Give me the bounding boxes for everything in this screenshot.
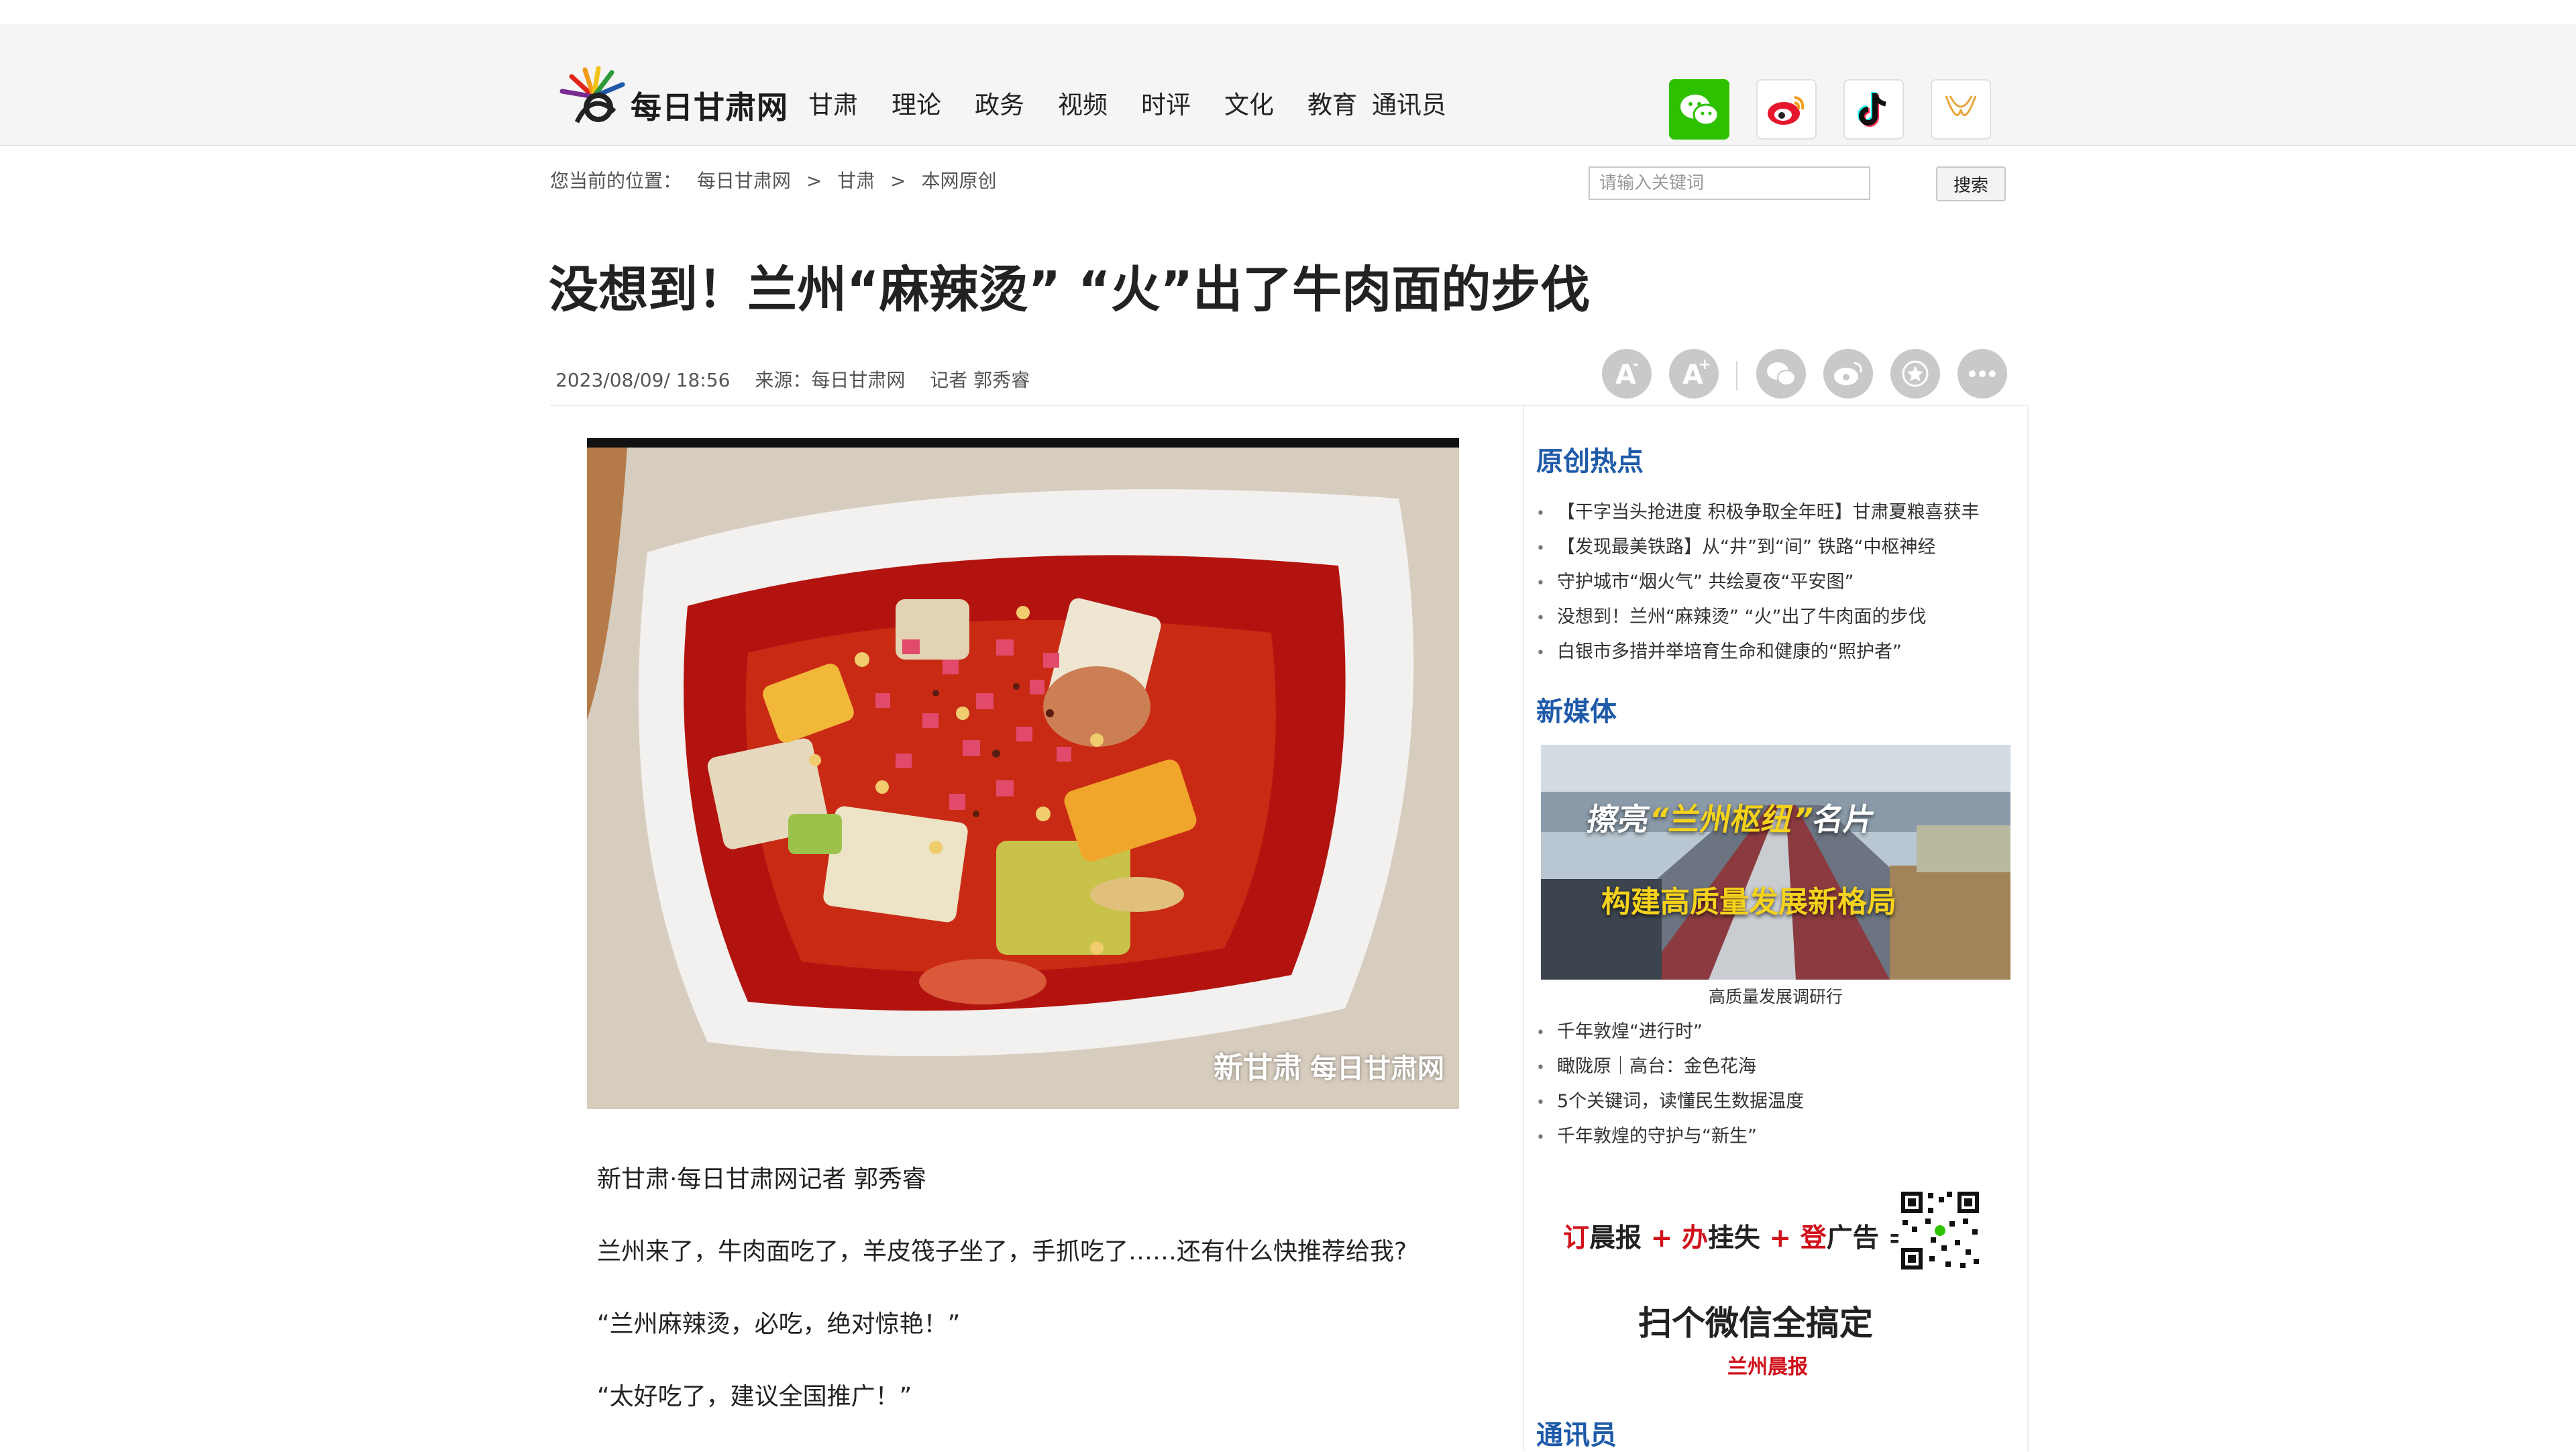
nav-item-government[interactable]: 政务 <box>975 85 1024 121</box>
photo-watermark: 新甘肃 每日甘肃网 <box>1214 1051 1444 1085</box>
list-item[interactable]: 白银市多措并举培育生命和健康的“照护者” <box>1536 635 1980 670</box>
list-item[interactable]: 千年敦煌“进行时” <box>1536 1015 1804 1049</box>
subscription-ad[interactable]: 订晨报 + 办挂失 + 登广告 = 扫个微信全搞定 兰州晨报 <box>1543 1181 2012 1382</box>
qr-code-icon <box>1898 1189 1982 1272</box>
mini-program-icon[interactable] <box>1931 79 1991 140</box>
more-icon[interactable] <box>1957 349 2007 399</box>
nav-item-video[interactable]: 视频 <box>1058 85 1108 121</box>
search-button[interactable]: 搜索 <box>1936 166 2006 201</box>
article-paragraph: 兰州来了，牛肉面吃了，羊皮筏子坐了，手抓吃了……还有什么快推荐给我? <box>597 1238 1407 1265</box>
weibo-share-icon[interactable] <box>1823 349 1873 399</box>
new-media-banner[interactable]: 擦亮“兰州枢纽”名片 构建高质量发展新格局 <box>1541 745 2010 980</box>
publish-date: 2023/08/09/ 18:56 <box>555 369 731 391</box>
svg-text:+: + <box>1699 357 1711 373</box>
breadcrumb-label: 您当前的位置： <box>550 170 682 192</box>
nav-item-gansu[interactable]: 甘肃 <box>808 85 858 121</box>
new-media-heading[interactable]: 新媒体 <box>1536 690 1617 729</box>
article-photo: 新甘肃 每日甘肃网 <box>587 438 1459 1109</box>
toolbar-divider <box>1736 361 1737 391</box>
logo-mark-icon <box>559 66 625 123</box>
nav-item-theory[interactable]: 理论 <box>892 85 941 121</box>
breadcrumb: 您当前的位置： 每日甘肃网 > 甘肃 > 本网原创 <box>550 166 1006 193</box>
list-item[interactable]: 瞰陇原｜高台：金色花海 <box>1536 1049 1804 1084</box>
nav-item-commentary[interactable]: 时评 <box>1141 85 1191 121</box>
breadcrumb-separator: > <box>806 170 822 192</box>
list-item[interactable]: 【发现最美铁路】从“井”到“间” 铁路“中枢神经 <box>1536 530 1980 565</box>
nav-item-education[interactable]: 教育 <box>1307 85 1357 121</box>
list-item[interactable]: 【干字当头抢进度 积极争取全年旺】甘肃夏粮喜获丰 <box>1536 495 1980 530</box>
wechat-share-icon[interactable] <box>1756 349 1806 399</box>
new-media-list: 千年敦煌“进行时” 瞰陇原｜高台：金色花海 5个关键词，读懂民生数据温度 千年敦… <box>1536 1015 1804 1154</box>
search-input[interactable] <box>1589 166 1870 200</box>
list-item[interactable]: 5个关键词，读懂民生数据温度 <box>1536 1084 1804 1119</box>
list-item[interactable]: 千年敦煌的守护与“新生” <box>1536 1119 1804 1154</box>
ad-brand-logo: 兰州晨报 <box>1727 1355 1808 1379</box>
top-nav-bar: 每日甘肃网 甘肃 理论 政务 视频 时评 文化 教育 通讯员 <box>0 24 2576 146</box>
font-increase-icon[interactable]: A + <box>1669 349 1719 399</box>
weibo-icon[interactable] <box>1756 79 1817 140</box>
site-logo[interactable]: 每日甘肃网 <box>557 64 788 125</box>
main-nav: 甘肃 理论 政务 视频 时评 文化 教育 通讯员 <box>808 85 1480 121</box>
list-item[interactable]: 守护城市“烟火气” 共绘夏夜“平安图” <box>1536 565 1980 600</box>
breadcrumb-original[interactable]: 本网原创 <box>922 170 997 192</box>
article-paragraph: “太好吃了，建议全国推广！” <box>597 1383 912 1410</box>
article-title: 没想到！兰州“麻辣烫” “火”出了牛肉面的步伐 <box>549 261 1591 319</box>
article-source: 来源：每日甘肃网 <box>755 369 906 391</box>
font-decrease-icon[interactable]: A- <box>1602 349 1652 399</box>
article-reporter: 记者 郭秀睿 <box>930 369 1030 391</box>
breadcrumb-gansu[interactable]: 甘肃 <box>837 170 875 192</box>
nav-item-correspondent[interactable]: 通讯员 <box>1372 85 1446 121</box>
site-logo-text: 每日甘肃网 <box>631 89 788 125</box>
svg-text:-: - <box>1633 357 1639 373</box>
article-meta: 2023/08/09/ 18:56 来源：每日甘肃网 记者 郭秀睿 <box>555 366 1049 393</box>
breadcrumb-separator: > <box>890 170 906 192</box>
correspondent-heading[interactable]: 通讯员 <box>1536 1413 1617 1452</box>
douyin-icon[interactable] <box>1843 79 1904 140</box>
article-paragraph: “兰州麻辣烫，必吃，绝对惊艳！” <box>597 1310 961 1338</box>
hot-topics-heading[interactable]: 原创热点 <box>1536 439 1644 478</box>
breadcrumb-home[interactable]: 每日甘肃网 <box>697 170 791 192</box>
ad-headline: 扫个微信全搞定 <box>1638 1304 1873 1343</box>
article-paragraph: 新甘肃·每日甘肃网记者 郭秀睿 <box>597 1165 926 1193</box>
list-item[interactable]: 没想到！兰州“麻辣烫” “火”出了牛肉面的步伐 <box>1536 600 1980 635</box>
hot-topics-list: 【干字当头抢进度 积极争取全年旺】甘肃夏粮喜获丰 【发现最美铁路】从“井”到“间… <box>1536 495 1980 670</box>
wechat-icon[interactable] <box>1669 79 1729 140</box>
new-media-caption[interactable]: 高质量发展调研行 <box>1541 984 2010 1008</box>
favorite-icon[interactable] <box>1890 349 1940 399</box>
nav-item-culture[interactable]: 文化 <box>1224 85 1274 121</box>
ad-slogan: 订晨报 + 办挂失 + 登广告 = <box>1563 1223 1911 1253</box>
